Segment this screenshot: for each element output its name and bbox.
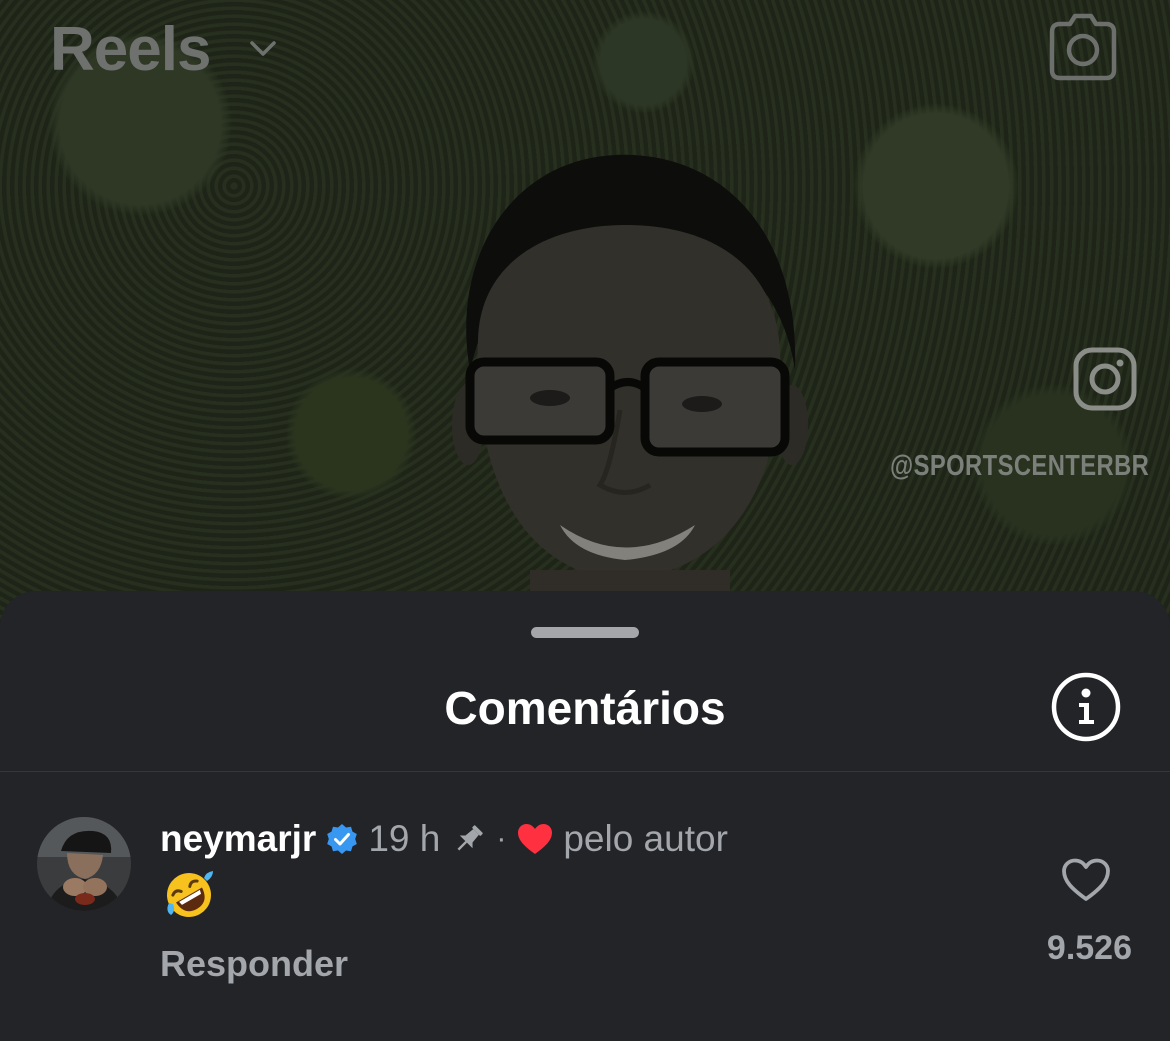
reply-button[interactable]: Responder (160, 943, 348, 985)
reel-video[interactable]: Reels @SPORTSCENTERBR (0, 0, 1170, 620)
chevron-down-icon[interactable] (248, 36, 278, 60)
watermark-handle: @SPORTSCENTERBR (890, 450, 1150, 482)
like-count: 9.526 (1046, 929, 1132, 967)
heart-filled-icon (518, 824, 553, 854)
divider (0, 771, 1170, 772)
separator-dot: · (496, 822, 507, 855)
instagram-icon (1073, 347, 1137, 411)
video-dim-overlay (0, 0, 1170, 620)
rolling-on-the-floor-laughing-emoji-icon (167, 871, 213, 917)
comment-time: 19 h (368, 818, 441, 859)
drag-handle[interactable] (531, 627, 639, 638)
pin-icon (457, 825, 484, 851)
camera-icon[interactable] (1044, 10, 1122, 82)
comment-username[interactable]: neymarjr (160, 818, 316, 860)
comments-sheet: Comentários neymarjr 19 h · pelo autor R… (0, 591, 1170, 1041)
verified-badge-icon (327, 824, 358, 854)
avatar[interactable] (37, 817, 131, 911)
heart-outline-icon[interactable] (1060, 857, 1112, 903)
liked-by-author-label: pelo autor (563, 818, 728, 859)
comment-header: neymarjr 19 h · pelo autor (160, 815, 728, 863)
info-icon[interactable] (1050, 671, 1122, 743)
avatar-photo (37, 817, 131, 911)
page-title[interactable]: Reels (50, 14, 211, 85)
sheet-title: Comentários (444, 682, 726, 734)
